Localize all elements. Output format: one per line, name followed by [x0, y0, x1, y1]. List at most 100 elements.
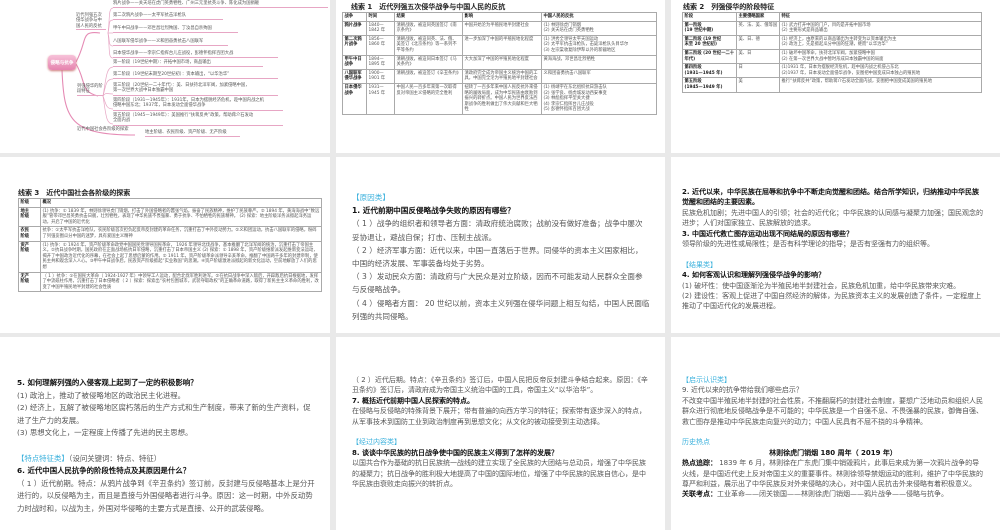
table-cell: 1894— 1895 年 — [366, 54, 395, 70]
slide-mindmap[interactable]: 侵略与抗争 近代列强五次侵华战争与中国人民的反抗 鸦片战争——关天培在虎门英勇牺… — [0, 0, 330, 153]
mindmap-leaf[interactable]: 鸦片战争——关天培在虎门英勇牺牲、广州三元里抗英斗争、陈化成为国捐躯 — [113, 1, 328, 9]
table-cell: 第一阶段 (19 世纪中期) — [682, 20, 737, 36]
table-cell: 八国联军侵华战争 — [342, 68, 367, 84]
table-cell: 甲午中日战争 — [342, 54, 367, 70]
column-header: 阶段 — [682, 12, 737, 22]
category-tag: 历史热点 — [682, 438, 710, 447]
slide-lessons-hotspot[interactable]: 【启示认识类】 9. 近代以来的抗争带给我们哪些启示？ 不改变中国半殖民地半封建的社… — [671, 337, 1000, 530]
slide-title: 线索 1 近代列强五次侵华战争与中国人民的反抗 — [351, 3, 506, 11]
column-header: 结果 — [394, 12, 463, 22]
question-heading: 2. 近代以来，中华民族在屈辱和抗争中不断走向觉醒和团结。结合所学知识，归纳推动… — [682, 188, 979, 207]
answer-text: （ 2 ）经济军事方面：近代以来，中国一直落后于世界。同侵华的资本主义国家相比，… — [352, 245, 643, 269]
table-cell: (1) 抗争：① 1839 年，林则徐领导虎门销烟，打击了外国侵略者的嚣张气焰，… — [40, 206, 322, 228]
column-header: 中国人民的反抗 — [541, 12, 657, 22]
mindmap-branch-stages[interactable]: 列强侵华的阶段特征 — [77, 84, 103, 96]
stages-table: 阶段 主要侵略国家 特征 第一阶段 (19 世纪中期) 英、法、美、俄等国 (1) 武力打… — [682, 12, 982, 93]
mindmap-leaf[interactable]: 地主阶级、农民阶级、资产阶级、无产阶级 — [145, 130, 240, 138]
table-cell: (1) 经济上，由原来的以商品输出为主转变为以资本输出为主 (2) 政治上，先是… — [779, 34, 982, 50]
category-heading: 【特点特征类】（设问关键词：特点、特征） — [17, 453, 317, 466]
mindmap-leaf[interactable]: 日本侵华战争——李宗仁指挥台儿庄战役，彭德怀指挥百团大战 — [113, 51, 278, 59]
hotspot-paragraph: 热点追踪： 1839 年 6 月，林则徐在广东虎门集中销毁鸦片，此事后来成为第一… — [682, 458, 984, 489]
column-header: 概况 — [40, 198, 322, 208]
table-row: 第二阶段 (19 世纪 末至 20 世纪初) 美、日、德 (1) 经济上，由原来的以… — [682, 34, 982, 50]
table-cell: 清政府完全成为帝国主义统治中国的工具，中国完全沦为半殖民地半封建社会 — [462, 68, 542, 84]
slide-clue1-table[interactable]: 线索 1 近代列强五次侵华战争与中国人民的反抗 战争 时间 结果 影响 中国人民的反抗鸦… — [336, 0, 665, 153]
table-cell: 抗争：①太平军抗击洋枪队，农民阶级首次担负起反帝反封建的革命任务，沉重打击了中外… — [40, 226, 322, 242]
slide-results[interactable]: 2. 近代以来，中华民族在屈辱和抗争中不断走向觉醒和团结。结合所学知识，归纳推动… — [671, 157, 1000, 333]
table-cell: 第二阶段 (19 世纪 末至 20 世纪初) — [682, 34, 737, 50]
table-cell: (1) 洪秀全领导太平天国运动 (2) 太平军抗击洋枪队，击毙洋枪队头目华尔 (… — [541, 34, 657, 56]
category-tag: 【原因类】 — [352, 193, 390, 202]
slide-causes[interactable]: 【原因类】 1. 近代前期中国反侵略战争失败的原因有哪些？ （ 1 ）战争的组织者和… — [336, 157, 665, 333]
column-header: 阶级 — [18, 198, 41, 208]
answer-text: 9. 近代以来的抗争带给我们哪些启示？ — [682, 386, 803, 395]
table-header-row: 阶级 概况 — [18, 198, 322, 208]
table-row: 第二次鸦片战争 1856— 1860 年清朝战败，被迫同英、法、俄、美签订《北京条… — [342, 34, 657, 56]
question-heading: 8. 谈谈中华民族的抗日战争使中国的民族主义得到了怎样的发展？ — [352, 448, 558, 457]
table-cell: 推行“扶蒋反共”政策，帮助蒋介石发动全面内战，妄图把中国变成美国的殖民地 — [779, 77, 982, 93]
table-cell: 扭转了一百多年来中国人民反抗外来侵略的屡败局面，成为中华民族由衰败到振兴的转折点… — [462, 82, 542, 115]
table-cell: 中国开始沦为半殖民地半封建社会 — [462, 20, 542, 36]
slide-clue2-table[interactable]: 线索 2 列强侵华的阶段特征 阶段 主要侵略国家 特征 第一阶段 (19 世纪中期) 英… — [671, 0, 1000, 153]
mindmap-leaf[interactable]: 第三阶段（20世纪一二十年代）：美、日扶持北洋军阀，加紧侵略中国， 第一次世界大… — [113, 83, 278, 96]
question-heading: 4. 如何客观认识和理解列强侵华战争的影响？ — [682, 271, 825, 280]
table-row: 第一阶段 (19 世纪中期) 英、法、美、俄等国 (1) 武力打开中国的门户，目的是… — [682, 20, 982, 36]
mindmap-branch-wars[interactable]: 近代列强五次侵华战争与中国人民的反抗 — [76, 13, 106, 31]
mindmap-leaf[interactable]: 甲午中日战争——邓世昌壮烈殉国、丁汝昌自杀殉国 — [113, 26, 238, 34]
mindmap-leaf[interactable]: 第一阶段（19世纪中期）：开拓中国市场，商品输出 — [113, 60, 263, 68]
hotspot-label: 热点追踪： — [682, 459, 717, 468]
answer-text: (2) 经济上，瓦解了被侵略地区腐朽落后的生产方式和生产制度，带来了新的生产资料… — [17, 403, 311, 425]
answer-text: (2) 建设性：客观上促进了中国自然经济的解体，为民族资本主义的发展创造了条件，… — [682, 292, 982, 311]
table-cell: 地主 阶级 — [18, 206, 41, 228]
column-header: 战争 — [342, 12, 367, 22]
mindmap-branch-classes[interactable]: 近代中国社会各阶级的探索 — [77, 127, 139, 132]
table-row: 第四阶段 (1931—1945 年) 日 (1)1931 年，日本为摆脱经济危机，趁… — [682, 63, 982, 79]
slide-impacts-features[interactable]: 5. 如何理解列强的入侵客观上起到了一定的积极影响？ (1) 政治上，推动了被侵略… — [0, 337, 330, 530]
answer-text: 以国共合作为基础的抗日民族统一战线的建立实现了全民族的大团结与总动员，增强了中华… — [352, 459, 646, 489]
table-cell: (1) 武力打开中国的门户，目的是开拓中国市场 (2) 主要形式是商品输出 — [779, 20, 982, 36]
category-tag: 【经过内容类】 — [352, 438, 401, 447]
classes-table: 阶级 概况 地主 阶级 (1) 抗争：① 1839 年，林则徐领导虎门销烟，打击了外国… — [18, 198, 322, 293]
table-row: 农民 阶级 抗争：①太平军抗击洋枪队，农民阶级首次担负起反帝反封建的革命任务，沉重… — [18, 226, 322, 242]
mindmap-center-node[interactable]: 侵略与抗争 — [48, 55, 76, 70]
column-header: 影响 — [462, 12, 542, 22]
table-cell: 清朝战败，被迫同英国签订《南京条约》 — [394, 20, 463, 36]
table-row: 甲午中日战争 1894— 1895 年清朝战败，被迫同日本签订《马关条约》 大大加深… — [342, 54, 657, 70]
answer-text: （ 4 ）侵略者方面： 20 世纪以前，资本主义列强在侵华问题上相互勾结，中国人… — [352, 298, 650, 321]
table-cell: (1) 破坏中国革命，扶持北洋军阀，加紧侵略中国 (2) 在第一次世界大战中暂时… — [779, 48, 982, 65]
question-heading: 5. 如何理解列强的入侵客观上起到了一定的积极影响？ — [17, 378, 198, 387]
slide-title: 线索 3 近代中国社会各阶级的探索 — [18, 189, 131, 197]
table-cell: (1) 抗争：① 1924 年，资产阶级革命政党中国国民党领导国民革命， 192… — [40, 240, 322, 273]
question-heading: 7. 概括近代前期中国人民探索的特点。 — [352, 396, 474, 405]
mindmap-leaf[interactable]: 第二阶段（19世纪末期至20世纪初）：资本输出，“以华治华” — [113, 72, 278, 80]
answer-text: （ 3 ）发动民众方面：清政府与广大民众是对立阶级，因而不可能发动人民群众全面参… — [352, 272, 643, 295]
table-cell: 黄海海战，邓世昌壮烈牺牲 — [541, 54, 657, 70]
mindmap-leaf[interactable]: 第二次鸦片战争——太平军抗击洋枪队 — [113, 13, 223, 21]
table-cell: (1) 杨靖宇在东北组织抗日游击队 (2) 张学良、杨虎城发动西安事变 (3) … — [541, 82, 657, 115]
hotspot-title: 林则徐虎门销烟 180 周年（ 2019 年） — [769, 448, 897, 457]
table-cell: 农民 阶级 — [18, 226, 41, 242]
wars-table: 战争 时间 结果 影响 中国人民的反抗 鸦片战争 1840— 1842 年清朝战败，被迫同英… — [342, 12, 657, 115]
table-cell: 义和团奋勇抗击八国联军 — [541, 68, 657, 84]
mindmap-leaf[interactable]: 第四阶段（1931—1945年）：1931年，日本为摆脱经济危机，趁中国内战之机… — [113, 98, 283, 111]
table-cell: 1931— 1945 年 — [366, 82, 395, 115]
table-cell: 鸦片战争 — [342, 20, 367, 36]
table-cell: 1856— 1860 年 — [366, 34, 395, 56]
table-cell: (1) 林则徐虎门销烟 (2) 关天培在虎门英勇牺牲 — [541, 20, 657, 36]
table-row: 地主 阶级 (1) 抗争：① 1839 年，林则徐领导虎门销烟，打击了外国侵略者的… — [18, 206, 322, 228]
table-cell: 英、法、美、俄等国 — [736, 20, 780, 36]
table-cell: 第四阶段 (1931—1945 年) — [682, 63, 737, 79]
slide-clue3-table[interactable]: 线索 3 近代中国社会各阶级的探索 阶级 概况 地主 阶级 (1) 抗争：① 1839… — [0, 157, 330, 333]
hotspot-text: 工业革命——闭关锁国——林则徐虎门销烟——鸦片战争——侵略与抗争。 — [717, 490, 948, 499]
answer-text: (3) 思想文化上，一定程度上传播了先进的民主思想。 — [17, 428, 193, 438]
table-cell: 1840— 1842 年 — [366, 20, 395, 36]
mindmap-leaf[interactable]: 第五阶段（1945—1949年）：美国推行“扶蒋反共”政策，帮助蒋介石发动 全面… — [113, 113, 283, 126]
mindmap-leaf[interactable]: 八国联军侵华战争——义和团奋勇抗击八国联军 — [113, 39, 228, 47]
answer-text: (1) 破坏性：使中国逐渐沦为半殖民地半封建社会，民族危机加重，给中华民族带来灾… — [682, 281, 961, 290]
slide-features-process[interactable]: （ 2 ）近代后期。特点：《辛丑条约》签订后，中国人民把反帝反封建斗争结合起来。… — [336, 337, 665, 530]
category-keywords: （设问关键词：特点、特征） — [68, 453, 162, 463]
